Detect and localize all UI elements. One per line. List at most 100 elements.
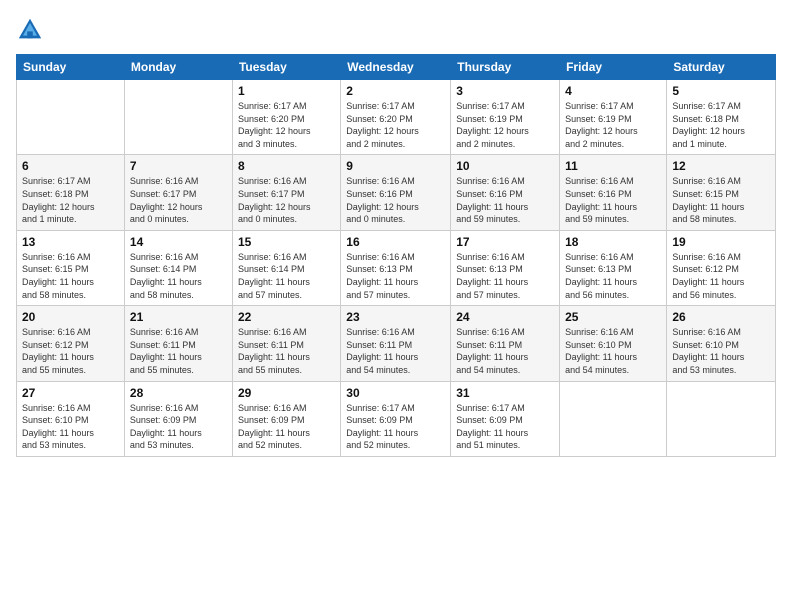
cell-content: Sunrise: 6:16 AM Sunset: 6:09 PM Dayligh… [238, 402, 335, 452]
day-number: 22 [238, 310, 335, 324]
calendar-cell: 14 Sunrise: 6:16 AM Sunset: 6:14 PM Dayli… [124, 230, 232, 305]
calendar: SundayMondayTuesdayWednesdayThursdayFrid… [16, 54, 776, 457]
weekday-header: Sunday [17, 55, 125, 80]
cell-content: Sunrise: 6:16 AM Sunset: 6:11 PM Dayligh… [130, 326, 227, 376]
calendar-cell: 11 Sunrise: 6:16 AM Sunset: 6:16 PM Dayli… [560, 155, 667, 230]
day-number: 4 [565, 84, 661, 98]
cell-content: Sunrise: 6:16 AM Sunset: 6:15 PM Dayligh… [22, 251, 119, 301]
calendar-cell: 27 Sunrise: 6:16 AM Sunset: 6:10 PM Dayli… [17, 381, 125, 456]
day-number: 29 [238, 386, 335, 400]
cell-content: Sunrise: 6:16 AM Sunset: 6:11 PM Dayligh… [456, 326, 554, 376]
cell-content: Sunrise: 6:16 AM Sunset: 6:17 PM Dayligh… [238, 175, 335, 225]
day-number: 30 [346, 386, 445, 400]
cell-content: Sunrise: 6:16 AM Sunset: 6:14 PM Dayligh… [238, 251, 335, 301]
day-number: 21 [130, 310, 227, 324]
calendar-week-row: 6Sunrise: 6:17 AM Sunset: 6:18 PM Daylig… [17, 155, 776, 230]
cell-content: Sunrise: 6:16 AM Sunset: 6:13 PM Dayligh… [565, 251, 661, 301]
day-number: 24 [456, 310, 554, 324]
calendar-cell: 23 Sunrise: 6:16 AM Sunset: 6:11 PM Dayli… [341, 306, 451, 381]
cell-content: Sunrise: 6:16 AM Sunset: 6:10 PM Dayligh… [22, 402, 119, 452]
cell-content: Sunrise: 6:16 AM Sunset: 6:16 PM Dayligh… [565, 175, 661, 225]
calendar-cell: 8 Sunrise: 6:16 AM Sunset: 6:17 PM Daylig… [232, 155, 340, 230]
calendar-cell [560, 381, 667, 456]
cell-content: Sunrise: 6:16 AM Sunset: 6:09 PM Dayligh… [130, 402, 227, 452]
calendar-cell: 15 Sunrise: 6:16 AM Sunset: 6:14 PM Dayli… [232, 230, 340, 305]
cell-content: Sunrise: 6:16 AM Sunset: 6:12 PM Dayligh… [672, 251, 770, 301]
cell-content: Sunrise: 6:16 AM Sunset: 6:12 PM Dayligh… [22, 326, 119, 376]
day-number: 6 [22, 159, 119, 173]
calendar-cell: 12 Sunrise: 6:16 AM Sunset: 6:15 PM Dayli… [667, 155, 776, 230]
calendar-cell [124, 80, 232, 155]
calendar-cell: 17 Sunrise: 6:16 AM Sunset: 6:13 PM Dayli… [451, 230, 560, 305]
calendar-cell: 24 Sunrise: 6:16 AM Sunset: 6:11 PM Dayli… [451, 306, 560, 381]
cell-content: Sunrise: 6:16 AM Sunset: 6:15 PM Dayligh… [672, 175, 770, 225]
calendar-cell: 1Sunrise: 6:17 AM Sunset: 6:20 PM Daylig… [232, 80, 340, 155]
day-number: 12 [672, 159, 770, 173]
cell-content: Sunrise: 6:17 AM Sunset: 6:09 PM Dayligh… [456, 402, 554, 452]
cell-content: Sunrise: 6:17 AM Sunset: 6:20 PM Dayligh… [346, 100, 445, 150]
day-number: 3 [456, 84, 554, 98]
calendar-cell: 10Sunrise: 6:16 AM Sunset: 6:16 PM Dayli… [451, 155, 560, 230]
day-number: 23 [346, 310, 445, 324]
day-number: 7 [130, 159, 227, 173]
day-number: 1 [238, 84, 335, 98]
cell-content: Sunrise: 6:16 AM Sunset: 6:11 PM Dayligh… [238, 326, 335, 376]
weekday-header: Tuesday [232, 55, 340, 80]
cell-content: Sunrise: 6:16 AM Sunset: 6:13 PM Dayligh… [346, 251, 445, 301]
calendar-week-row: 13 Sunrise: 6:16 AM Sunset: 6:15 PM Dayli… [17, 230, 776, 305]
day-number: 13 [22, 235, 119, 249]
cell-content: Sunrise: 6:17 AM Sunset: 6:19 PM Dayligh… [456, 100, 554, 150]
cell-content: Sunrise: 6:16 AM Sunset: 6:14 PM Dayligh… [130, 251, 227, 301]
calendar-cell: 20 Sunrise: 6:16 AM Sunset: 6:12 PM Dayli… [17, 306, 125, 381]
day-number: 16 [346, 235, 445, 249]
page: SundayMondayTuesdayWednesdayThursdayFrid… [0, 0, 792, 612]
cell-content: Sunrise: 6:16 AM Sunset: 6:11 PM Dayligh… [346, 326, 445, 376]
calendar-cell: 13 Sunrise: 6:16 AM Sunset: 6:15 PM Dayli… [17, 230, 125, 305]
day-number: 31 [456, 386, 554, 400]
day-number: 27 [22, 386, 119, 400]
calendar-cell: 6Sunrise: 6:17 AM Sunset: 6:18 PM Daylig… [17, 155, 125, 230]
day-number: 8 [238, 159, 335, 173]
day-number: 2 [346, 84, 445, 98]
header [16, 16, 776, 44]
day-number: 25 [565, 310, 661, 324]
weekday-header: Wednesday [341, 55, 451, 80]
calendar-week-row: 20 Sunrise: 6:16 AM Sunset: 6:12 PM Dayli… [17, 306, 776, 381]
calendar-week-row: 1 Sunrise: 6:17 AM Sunset: 6:20 PM Daylig… [17, 80, 776, 155]
calendar-cell: 4 Sunrise: 6:17 AM Sunset: 6:19 PM Daylig… [560, 80, 667, 155]
day-number: 28 [130, 386, 227, 400]
day-number: 9 [346, 159, 445, 173]
calendar-cell: 3 Sunrise: 6:17 AM Sunset: 6:19 PM Daylig… [451, 80, 560, 155]
weekday-header-row: SundayMondayTuesdayWednesdayThursdayFrid… [17, 55, 776, 80]
weekday-header: Friday [560, 55, 667, 80]
weekday-header: Saturday [667, 55, 776, 80]
cell-content: Sunrise: 6:16 AM Sunset: 6:16 PM Dayligh… [346, 175, 445, 225]
calendar-cell: 7 Sunrise: 6:16 AM Sunset: 6:17 PM Daylig… [124, 155, 232, 230]
weekday-header: Monday [124, 55, 232, 80]
calendar-cell: 21 Sunrise: 6:16 AM Sunset: 6:11 PM Dayli… [124, 306, 232, 381]
cell-content: Sunrise: 6:16 AM Sunset: 6:10 PM Dayligh… [672, 326, 770, 376]
logo [16, 16, 48, 44]
calendar-cell: 9 Sunrise: 6:16 AM Sunset: 6:16 PM Daylig… [341, 155, 451, 230]
cell-content: Sunrise: 6:17 AM Sunset: 6:19 PM Dayligh… [565, 100, 661, 150]
day-number: 11 [565, 159, 661, 173]
cell-content: Sunrise: 6:16 AM Sunset: 6:10 PM Dayligh… [565, 326, 661, 376]
day-number: 18 [565, 235, 661, 249]
day-number: 15 [238, 235, 335, 249]
calendar-cell: 25 Sunrise: 6:16 AM Sunset: 6:10 PM Dayli… [560, 306, 667, 381]
day-number: 20 [22, 310, 119, 324]
calendar-cell [667, 381, 776, 456]
day-number: 14 [130, 235, 227, 249]
day-number: 17 [456, 235, 554, 249]
calendar-cell: 18 Sunrise: 6:16 AM Sunset: 6:13 PM Dayli… [560, 230, 667, 305]
calendar-cell: 29 Sunrise: 6:16 AM Sunset: 6:09 PM Dayli… [232, 381, 340, 456]
calendar-week-row: 27 Sunrise: 6:16 AM Sunset: 6:10 PM Dayli… [17, 381, 776, 456]
calendar-body: 1 Sunrise: 6:17 AM Sunset: 6:20 PM Daylig… [17, 80, 776, 457]
calendar-cell: 19Sunrise: 6:16 AM Sunset: 6:12 PM Dayli… [667, 230, 776, 305]
weekday-header: Thursday [451, 55, 560, 80]
cell-content: Sunrise: 6:16 AM Sunset: 6:13 PM Dayligh… [456, 251, 554, 301]
calendar-cell: 28 Sunrise: 6:16 AM Sunset: 6:09 PM Dayli… [124, 381, 232, 456]
cell-content: Sunrise: 6:16 AM Sunset: 6:17 PM Dayligh… [130, 175, 227, 225]
day-number: 5 [672, 84, 770, 98]
calendar-cell: 31 Sunrise: 6:17 AM Sunset: 6:09 PM Dayli… [451, 381, 560, 456]
